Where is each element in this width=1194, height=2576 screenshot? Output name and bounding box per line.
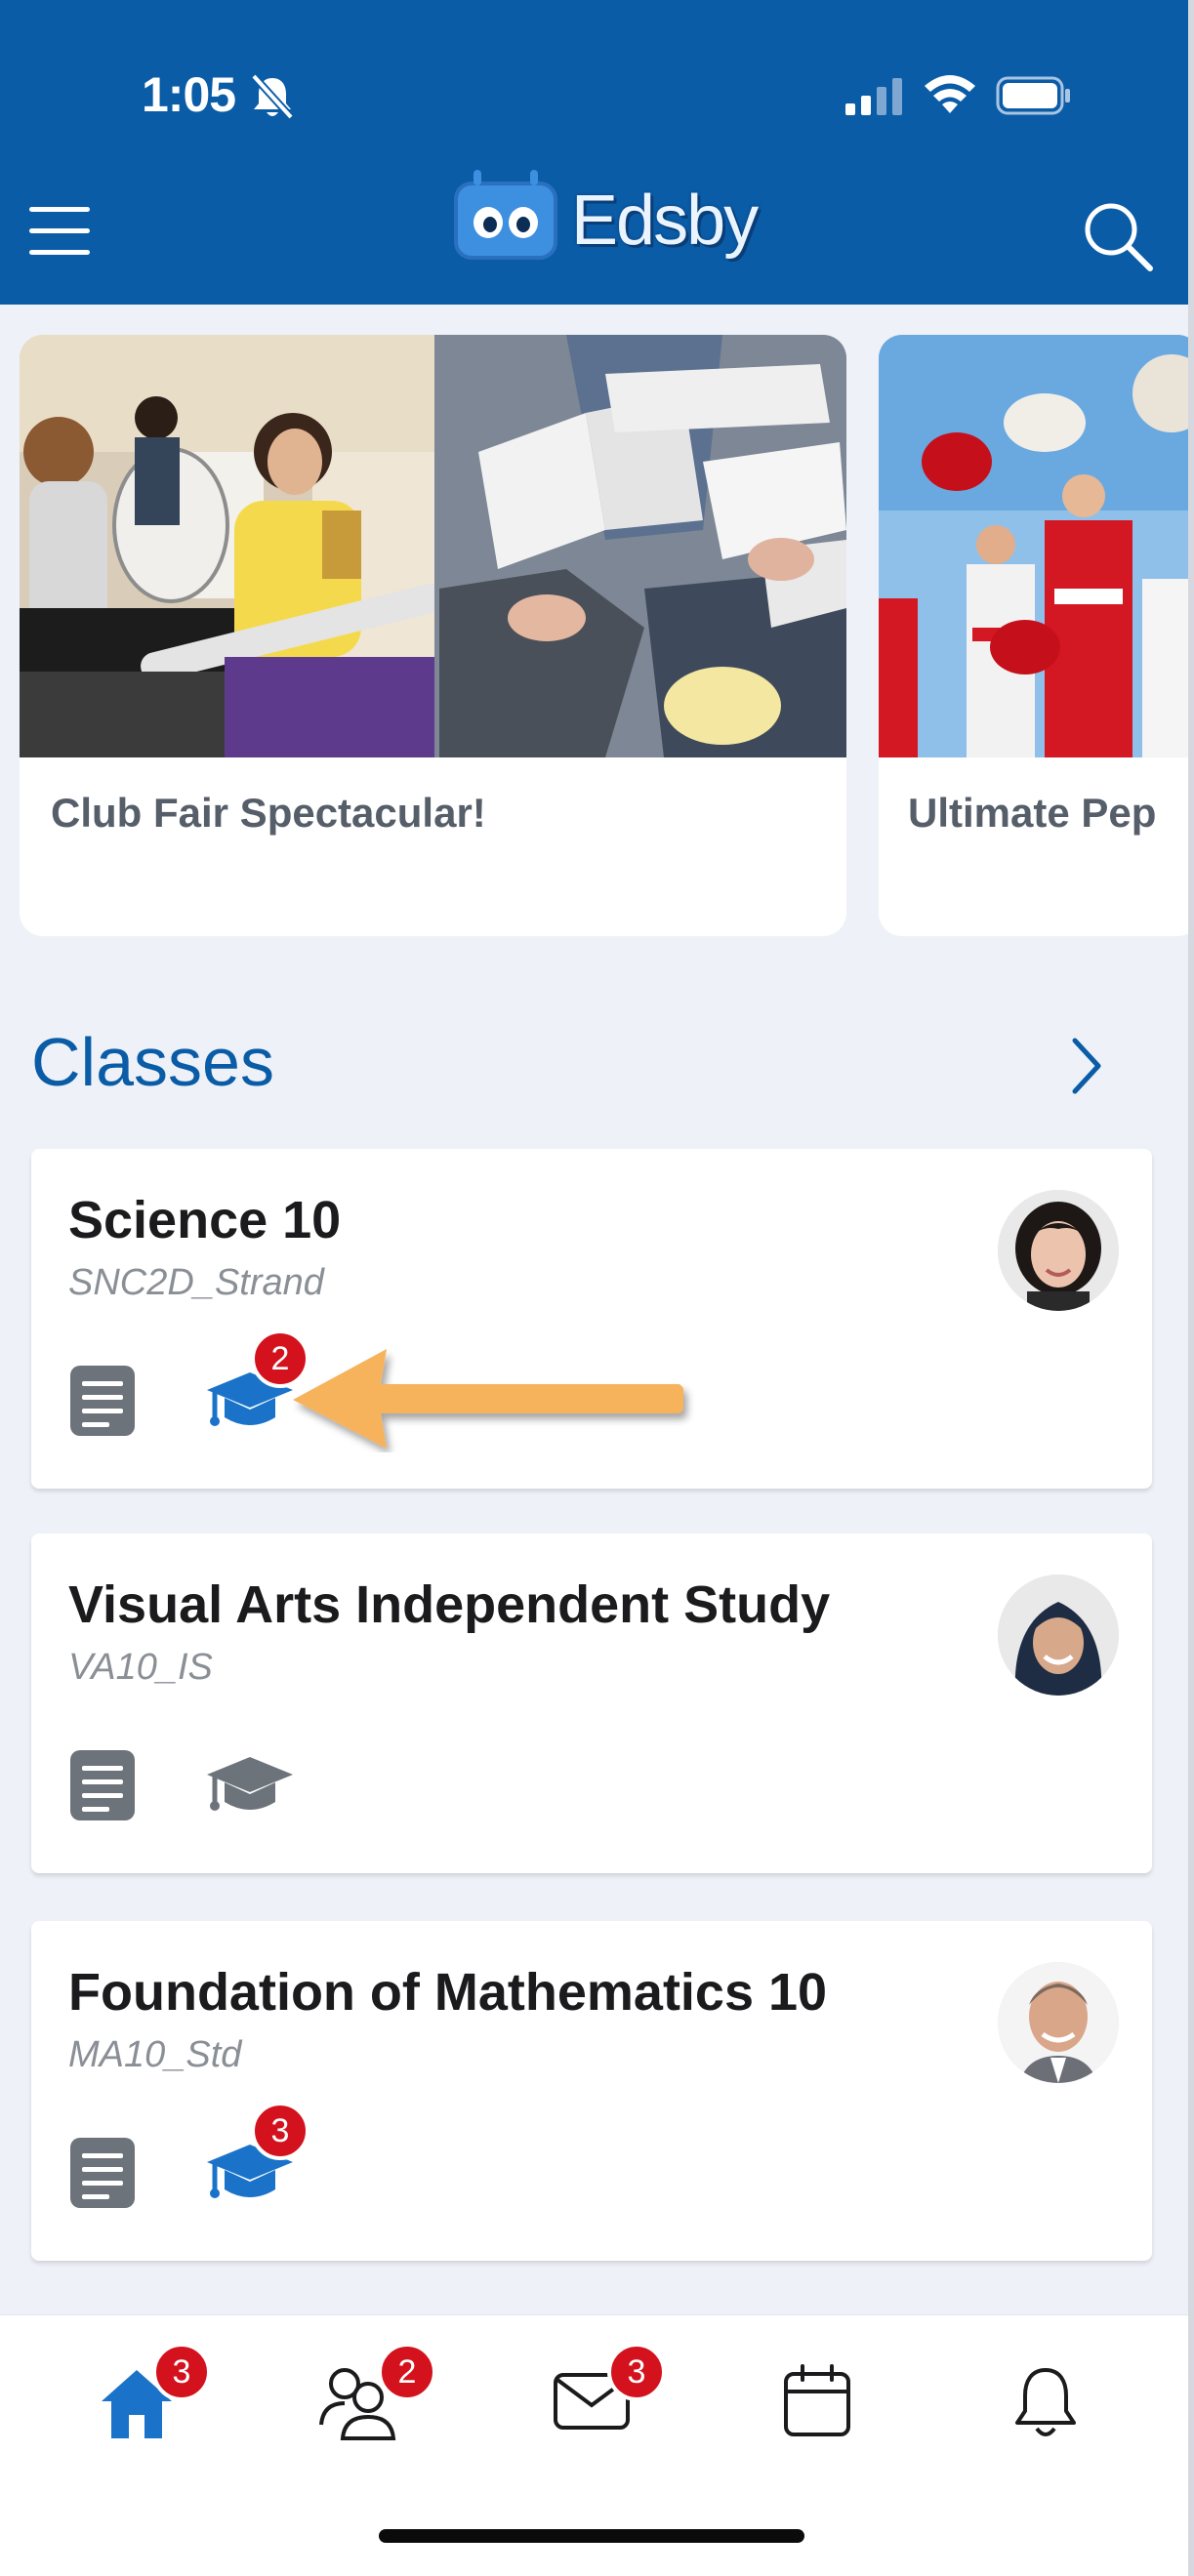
calendar-icon: [784, 2364, 850, 2436]
cheerleaders-photo: [879, 335, 1188, 757]
tab-messages[interactable]: 3: [553, 2343, 666, 2435]
edsby-logo-mark: [454, 170, 557, 260]
logo-text: Edsby: [571, 182, 759, 260]
featured-title: Ultimate Pep: [908, 790, 1157, 836]
wifi-icon: [925, 75, 975, 113]
app-header: 1:05 Edsby: [0, 0, 1188, 305]
class-name: Visual Arts Independent Study: [68, 1575, 831, 1634]
battery-icon: [996, 76, 1070, 115]
class-name: Science 10: [68, 1191, 342, 1249]
document-icon[interactable]: [68, 1748, 137, 1822]
people-badge: 2: [378, 2343, 436, 2401]
class-code: MA10_Std: [68, 2034, 242, 2075]
class-code: VA10_IS: [68, 1647, 213, 1688]
class-card-mathematics[interactable]: Foundation of Mathematics 10 MA10_Std 3: [31, 1921, 1152, 2261]
tab-people[interactable]: 2: [317, 2343, 436, 2445]
tab-calendar[interactable]: [783, 2364, 851, 2443]
messages-badge: 3: [607, 2343, 666, 2401]
featured-card-club-fair[interactable]: Club Fair Spectacular!: [20, 335, 846, 936]
featured-card-pep-rally[interactable]: Ultimate Pep: [879, 335, 1188, 936]
classes-title: Classes: [31, 1024, 274, 1100]
tab-home[interactable]: 3: [98, 2343, 211, 2445]
teacher-avatar[interactable]: [998, 1574, 1119, 1696]
home-badge: 3: [152, 2343, 211, 2401]
grades-badge: 3: [251, 2102, 309, 2160]
tab-notifications[interactable]: [1011, 2364, 1080, 2445]
annotation-arrow-icon: [293, 1349, 683, 1449]
class-code: SNC2D_Strand: [68, 1262, 324, 1303]
teacher-avatar[interactable]: [998, 1962, 1119, 2083]
edsby-logo: Edsby: [454, 170, 759, 261]
search-icon[interactable]: [1082, 200, 1154, 272]
app-screen: 1:05 Edsby Club Fair Spectacular! Ultima…: [0, 0, 1194, 2576]
hamburger-menu-button[interactable]: [29, 207, 90, 256]
cellular-signal-icon: [845, 78, 902, 115]
home-indicator[interactable]: [379, 2529, 804, 2543]
class-card-visual-arts[interactable]: Visual Arts Independent Study VA10_IS: [31, 1533, 1152, 1873]
featured-title: Club Fair Spectacular!: [51, 790, 486, 836]
status-time: 1:05: [142, 67, 236, 122]
chevron-right-icon[interactable]: [1067, 1037, 1106, 1095]
document-icon[interactable]: [68, 2136, 137, 2210]
club-fair-photo: [20, 335, 846, 757]
class-name: Foundation of Mathematics 10: [68, 1963, 828, 2022]
bell-muted-icon: [251, 73, 294, 120]
bell-icon: [1015, 2368, 1076, 2436]
graduation-cap-icon[interactable]: [205, 1753, 295, 1818]
document-icon[interactable]: [68, 1364, 137, 1438]
teacher-avatar[interactable]: [998, 1190, 1119, 1311]
